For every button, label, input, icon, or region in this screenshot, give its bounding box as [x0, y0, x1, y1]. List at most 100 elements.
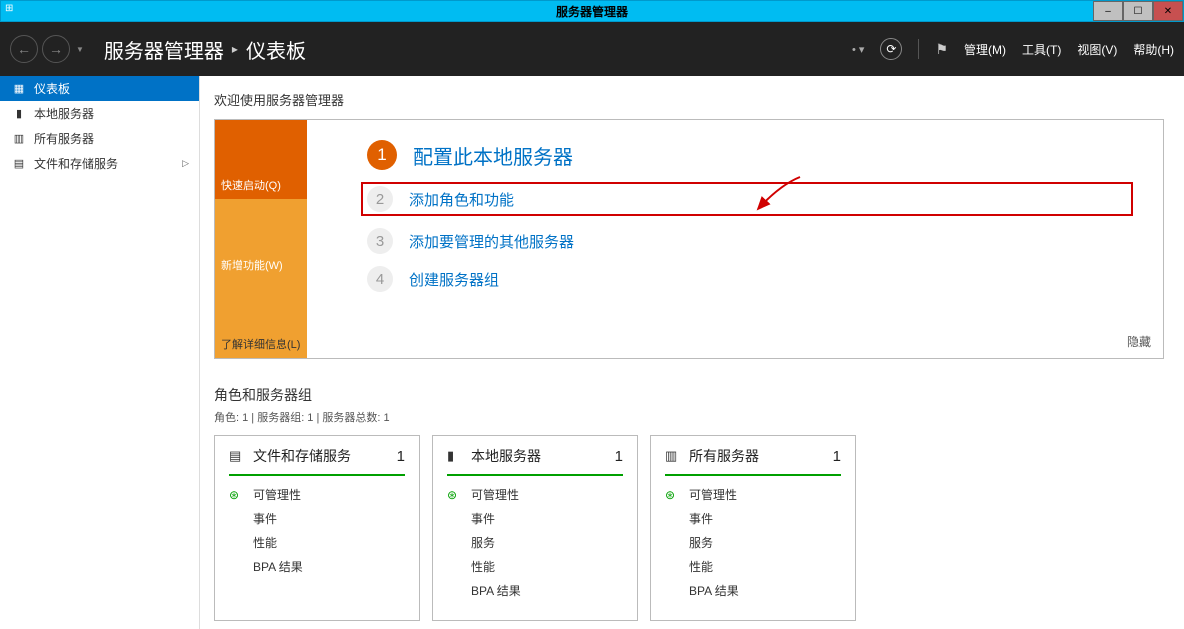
- expand-icon[interactable]: ▷: [182, 158, 189, 169]
- sidebar-item-label: 仪表板: [34, 80, 70, 97]
- dashboard-icon: ▦: [12, 82, 26, 95]
- body: ▦ 仪表板 ▮ 本地服务器 ▥ 所有服务器 ▤ 文件和存储服务 ▷ 欢迎使用服务…: [0, 76, 1184, 629]
- nav-back-button[interactable]: ←: [10, 35, 38, 63]
- menu-tools[interactable]: 工具(T): [1022, 41, 1061, 58]
- breadcrumb-current[interactable]: 仪表板: [246, 35, 306, 64]
- card-row-label: 性能: [689, 558, 713, 575]
- welcome-steps: 1 配置此本地服务器 2 添加角色和功能 3 添加要管理的其他服务器 4 创建服…: [307, 120, 1163, 358]
- menu-help[interactable]: 帮助(H): [1133, 41, 1174, 58]
- card-row-services[interactable]: ⊛服务: [447, 534, 623, 551]
- card-row-performance[interactable]: ⊛性能: [229, 534, 405, 551]
- card-body: ⊛可管理性 ⊛事件 ⊛服务 ⊛性能 ⊛BPA 结果: [665, 486, 841, 599]
- status-ok-icon: ⊛: [229, 488, 243, 502]
- welcome-heading: 欢迎使用服务器管理器: [214, 90, 1164, 109]
- card-row-services[interactable]: ⊛服务: [665, 534, 841, 551]
- status-ok-icon: ⊛: [665, 488, 679, 502]
- card-row-events[interactable]: ⊛事件: [447, 510, 623, 527]
- card-row-manageability[interactable]: ⊛可管理性: [665, 486, 841, 503]
- minimize-button[interactable]: –: [1093, 1, 1123, 21]
- status-ok-icon: ⊛: [447, 488, 461, 502]
- window-titlebar: ⊞ 服务器管理器 – ☐ ✕: [0, 0, 1184, 22]
- nav-forward-button[interactable]: →: [42, 35, 70, 63]
- card-row-bpa[interactable]: ⊛BPA 结果: [665, 582, 841, 599]
- notifications-flag-icon[interactable]: ⚑: [935, 41, 948, 58]
- card-row-label: 事件: [689, 510, 713, 527]
- step-number-badge: 3: [367, 228, 393, 254]
- tab-label: 快速启动(Q): [221, 177, 281, 193]
- card-body: ⊛可管理性 ⊛事件 ⊛服务 ⊛性能 ⊛BPA 结果: [447, 486, 623, 599]
- step-configure-local-server[interactable]: 1 配置此本地服务器: [367, 140, 1133, 170]
- card-row-performance[interactable]: ⊛性能: [447, 558, 623, 575]
- card-local-server[interactable]: ▮ 本地服务器 1 ⊛可管理性 ⊛事件 ⊛服务 ⊛性能 ⊛BPA 结果: [432, 435, 638, 621]
- step-label: 配置此本地服务器: [413, 141, 573, 170]
- window-title: 服务器管理器: [556, 3, 628, 20]
- breadcrumb-separator-icon: ▸: [232, 42, 238, 56]
- card-row-label: 服务: [471, 534, 495, 551]
- tab-whatsnew[interactable]: 新增功能(W): [215, 199, 307, 278]
- card-count: 1: [615, 448, 623, 465]
- card-row-label: BPA 结果: [253, 558, 303, 575]
- local-server-icon: ▮: [12, 107, 26, 120]
- card-row-label: 可管理性: [253, 486, 301, 503]
- card-row-bpa[interactable]: ⊛BPA 结果: [229, 558, 405, 575]
- step-add-roles-features[interactable]: 2 添加角色和功能: [361, 182, 1133, 216]
- all-servers-icon: ▥: [12, 132, 26, 145]
- close-button[interactable]: ✕: [1153, 1, 1183, 21]
- tab-learnmore[interactable]: 了解详细信息(L): [215, 279, 307, 358]
- card-row-label: BPA 结果: [471, 582, 521, 599]
- card-row-events[interactable]: ⊛事件: [229, 510, 405, 527]
- app-icon: ⊞: [5, 3, 21, 19]
- file-storage-icon: ▤: [12, 157, 26, 170]
- card-header: ▤ 文件和存储服务 1: [229, 446, 405, 476]
- menu-manage[interactable]: 管理(M): [964, 41, 1006, 58]
- sidebar-item-file-storage[interactable]: ▤ 文件和存储服务 ▷: [0, 151, 199, 176]
- card-row-label: 性能: [253, 534, 277, 551]
- step-label: 创建服务器组: [409, 269, 499, 290]
- step-create-server-group[interactable]: 4 创建服务器组: [367, 266, 1133, 292]
- hide-link[interactable]: 隐藏: [1127, 333, 1151, 350]
- card-row-label: 事件: [471, 510, 495, 527]
- header-bar: ← → ▼ 服务器管理器 ▸ 仪表板 • ▾ ⟳ ⚑ 管理(M) 工具(T) 视…: [0, 22, 1184, 76]
- sidebar-item-label: 所有服务器: [34, 130, 94, 147]
- card-row-label: BPA 结果: [689, 582, 739, 599]
- card-count: 1: [833, 448, 841, 465]
- card-title: 本地服务器: [471, 446, 607, 466]
- menu-view[interactable]: 视图(V): [1077, 41, 1117, 58]
- step-number-badge: 1: [367, 140, 397, 170]
- refresh-dropdown-icon[interactable]: • ▾: [852, 43, 864, 56]
- card-row-label: 事件: [253, 510, 277, 527]
- maximize-button[interactable]: ☐: [1123, 1, 1153, 21]
- step-label: 添加要管理的其他服务器: [409, 231, 574, 252]
- welcome-side-tabs: 快速启动(Q) 新增功能(W) 了解详细信息(L): [215, 120, 307, 358]
- sidebar-item-all-servers[interactable]: ▥ 所有服务器: [0, 126, 199, 151]
- card-row-events[interactable]: ⊛事件: [665, 510, 841, 527]
- header-separator: [918, 39, 919, 59]
- tab-label: 了解详细信息(L): [221, 336, 300, 352]
- card-title: 所有服务器: [689, 446, 825, 466]
- card-row-label: 服务: [689, 534, 713, 551]
- file-storage-icon: ▤: [229, 448, 245, 464]
- card-row-manageability[interactable]: ⊛ 可管理性: [229, 486, 405, 503]
- sidebar-item-local-server[interactable]: ▮ 本地服务器: [0, 101, 199, 126]
- card-all-servers[interactable]: ▥ 所有服务器 1 ⊛可管理性 ⊛事件 ⊛服务 ⊛性能 ⊛BPA 结果: [650, 435, 856, 621]
- roles-groups-subheading: 角色: 1 | 服务器组: 1 | 服务器总数: 1: [214, 409, 1164, 425]
- step-number-badge: 2: [367, 186, 393, 212]
- local-server-icon: ▮: [447, 448, 463, 464]
- card-file-storage-services[interactable]: ▤ 文件和存储服务 1 ⊛ 可管理性 ⊛事件 ⊛性能 ⊛BPA 结果: [214, 435, 420, 621]
- card-row-bpa[interactable]: ⊛BPA 结果: [447, 582, 623, 599]
- tab-quickstart[interactable]: 快速启动(Q): [215, 120, 307, 199]
- sidebar: ▦ 仪表板 ▮ 本地服务器 ▥ 所有服务器 ▤ 文件和存储服务 ▷: [0, 76, 200, 629]
- tab-label: 新增功能(W): [221, 257, 283, 273]
- sidebar-item-dashboard[interactable]: ▦ 仪表板: [0, 76, 199, 101]
- card-row-manageability[interactable]: ⊛可管理性: [447, 486, 623, 503]
- card-header: ▥ 所有服务器 1: [665, 446, 841, 476]
- breadcrumb-root[interactable]: 服务器管理器: [104, 35, 224, 64]
- step-add-other-servers[interactable]: 3 添加要管理的其他服务器: [367, 228, 1133, 254]
- step-number-badge: 4: [367, 266, 393, 292]
- nav-history-dropdown[interactable]: ▼: [76, 45, 84, 54]
- step-label: 添加角色和功能: [409, 189, 514, 210]
- refresh-button[interactable]: ⟳: [880, 38, 902, 60]
- main-content: 欢迎使用服务器管理器 快速启动(Q) 新增功能(W) 了解详细信息(L) 1 配…: [200, 76, 1184, 629]
- card-row-performance[interactable]: ⊛性能: [665, 558, 841, 575]
- sidebar-item-label: 文件和存储服务: [34, 155, 118, 172]
